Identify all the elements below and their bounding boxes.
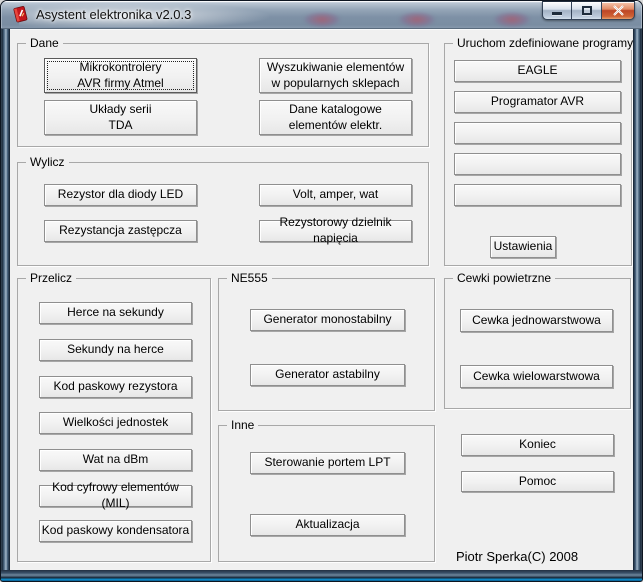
wyszukiwanie-elementow-button[interactable]: Wyszukiwanie elementów w popularnych skl… — [259, 58, 412, 93]
aktualizacja-button[interactable]: Aktualizacja — [250, 514, 405, 536]
window-frame-bottom — [1, 570, 642, 581]
uklady-serii-tda-button[interactable]: Układy serii TDA — [44, 100, 197, 135]
group-inne-label: Inne — [227, 418, 259, 432]
titlebar-glass-reflection — [399, 12, 435, 27]
client-area: Dane Mikrokontrolery AVR firmy Atmel Ukł… — [10, 29, 638, 572]
kod-paskowy-kondensatora-button[interactable]: Kod paskowy kondensatora — [39, 520, 192, 542]
kod-cyfrowy-elementow-mil-button[interactable]: Kod cyfrowy elementów (MIL) — [39, 480, 192, 510]
group-cewki-powietrzne: Cewki powietrzne Cewka jednowarstwowa Ce… — [444, 271, 631, 409]
group-inne: Inne Sterowanie portem LPT Aktualizacja — [218, 418, 435, 562]
maximize-button[interactable] — [572, 1, 602, 20]
herce-na-sekundy-button[interactable]: Herce na sekundy — [39, 302, 192, 324]
close-button[interactable] — [602, 1, 635, 20]
wielkosci-jednostek-button[interactable]: Wielkości jednostek — [39, 412, 192, 434]
wat-na-dbm-button[interactable]: Wat na dBm — [39, 449, 192, 471]
programator-avr-button[interactable]: Programator AVR — [454, 91, 621, 113]
group-dane: Dane Mikrokontrolery AVR firmy Atmel Ukł… — [17, 36, 429, 147]
custom-program-button-1[interactable] — [454, 122, 621, 144]
group-wylicz-label: Wylicz — [26, 155, 69, 169]
titlebar: Asystent elektronika v2.0.3 — [1, 1, 642, 29]
rezystancja-zastepcza-button[interactable]: Rezystancja zastępcza — [44, 220, 197, 242]
group-dane-label: Dane — [26, 36, 63, 50]
group-wylicz: Wylicz Rezystor dla diody LED Rezystancj… — [17, 155, 429, 266]
kod-paskowy-rezystora-button[interactable]: Kod paskowy rezystora — [39, 376, 192, 398]
group-uruchom-programy-label: Uruchom zdefiniowane programy — [453, 36, 638, 50]
window-frame-right — [633, 29, 642, 581]
group-uruchom-programy: Uruchom zdefiniowane programy EAGLE Prog… — [444, 36, 638, 266]
dane-katalogowe-button[interactable]: Dane katalogowe elementów elektr. — [259, 100, 412, 135]
custom-program-button-2[interactable] — [454, 153, 621, 175]
minimize-button[interactable] — [542, 1, 572, 20]
cewka-jednowarstwowa-button[interactable]: Cewka jednowarstwowa — [460, 309, 613, 332]
window-frame-left — [1, 29, 10, 581]
group-ne555-label: NE555 — [227, 271, 272, 285]
pomoc-button[interactable]: Pomoc — [461, 471, 614, 492]
minimize-icon — [552, 11, 562, 15]
app-window: Asystent elektronika v2.0.3 Dane Mikroko… — [0, 0, 643, 582]
red-book-app-icon — [13, 6, 28, 23]
group-przelicz-label: Przelicz — [26, 271, 77, 285]
window-title: Asystent elektronika v2.0.3 — [36, 7, 192, 22]
group-przelicz: Przelicz Herce na sekundy Sekundy na her… — [17, 271, 211, 562]
custom-program-button-3[interactable] — [454, 184, 621, 206]
rezystor-dla-diody-led-button[interactable]: Rezystor dla diody LED — [44, 184, 197, 206]
generator-monostabilny-button[interactable]: Generator monostabilny — [250, 309, 405, 331]
cewka-wielowarstwowa-button[interactable]: Cewka wielowarstwowa — [460, 365, 613, 388]
rezystorowy-dzielnik-napiecia-button[interactable]: Rezystorowy dzielnik napięcia — [259, 215, 412, 245]
mikrokontrolery-avr-button[interactable]: Mikrokontrolery AVR firmy Atmel — [44, 58, 197, 93]
volt-amper-wat-button[interactable]: Volt, amper, wat — [259, 184, 412, 206]
eagle-button[interactable]: EAGLE — [454, 60, 621, 82]
ustawienia-button[interactable]: Ustawienia — [490, 236, 556, 258]
group-ne555: NE555 Generator monostabilny Generator a… — [218, 271, 435, 411]
koniec-button[interactable]: Koniec — [461, 434, 614, 456]
group-cewki-powietrzne-label: Cewki powietrzne — [453, 271, 556, 285]
close-icon — [612, 5, 624, 16]
titlebar-glass-reflection — [494, 12, 530, 27]
generator-astabilny-button[interactable]: Generator astabilny — [250, 364, 405, 386]
copyright-text: Piotr Sperka(C) 2008 — [456, 549, 579, 564]
sterowanie-portem-lpt-button[interactable]: Sterowanie portem LPT — [250, 452, 405, 474]
sekundy-na-herce-button[interactable]: Sekundy na herce — [39, 339, 192, 361]
titlebar-glass-reflection — [304, 12, 340, 27]
window-controls — [542, 1, 635, 20]
maximize-icon — [581, 6, 592, 15]
